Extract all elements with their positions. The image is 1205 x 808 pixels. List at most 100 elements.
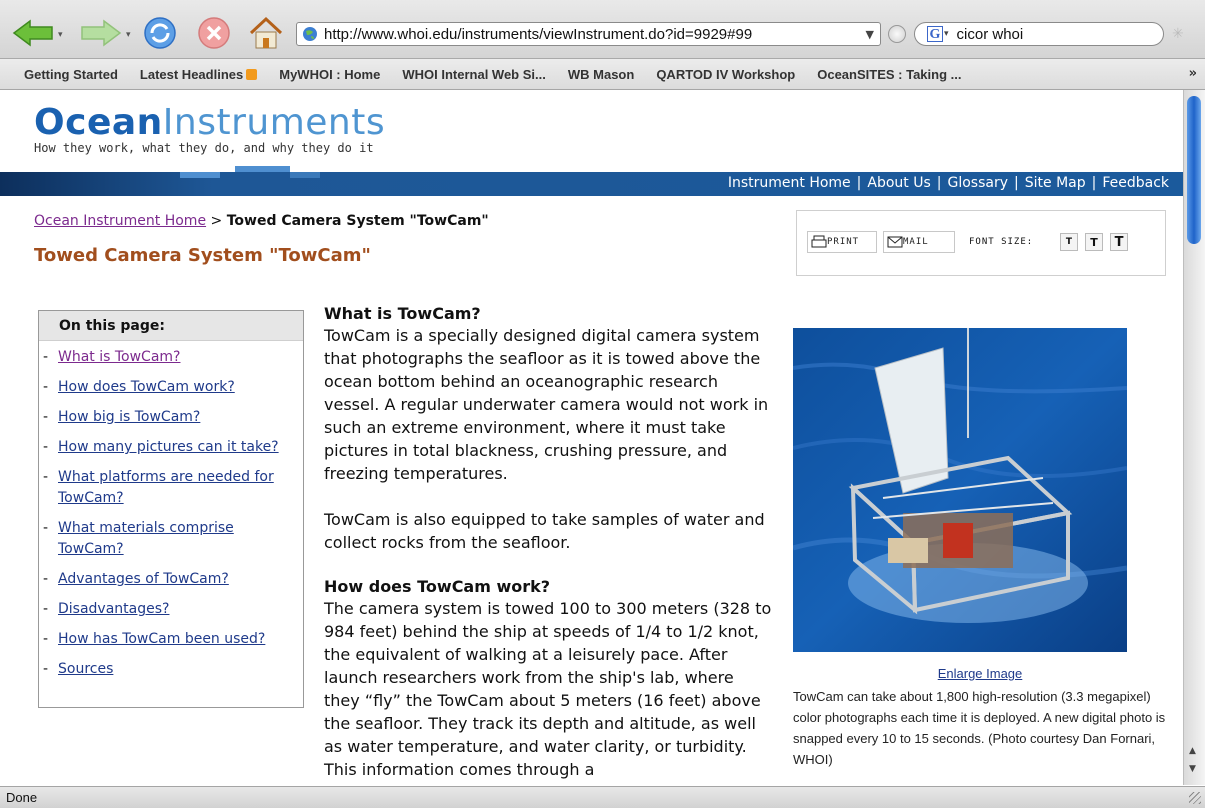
toc-link[interactable]: How does TowCam work? [58, 379, 235, 395]
reload-icon [144, 17, 176, 49]
stop-button[interactable] [194, 16, 234, 50]
toc-link[interactable]: How many pictures can it take? [58, 439, 279, 455]
mail-button[interactable]: MAIL [883, 231, 955, 253]
toc-link[interactable]: Disadvantages? [58, 601, 169, 617]
forward-button[interactable] [78, 16, 124, 50]
toc-link[interactable]: What platforms are needed for TowCam? [58, 469, 274, 506]
bookmark-qartod[interactable]: QARTOD IV Workshop [656, 67, 795, 82]
towcam-photo-image [793, 328, 1127, 652]
list-item: What platforms are needed for TowCam? [43, 467, 303, 509]
site-nav: Instrument Home | About Us | Glossary | Site M… [727, 175, 1169, 191]
decorative-pixels [235, 166, 290, 172]
list-item: Sources [43, 659, 303, 680]
print-label: PRINT [827, 237, 860, 247]
towcam-photo[interactable] [793, 328, 1127, 652]
photo-caption: TowCam can take about 1,800 high-resolut… [793, 689, 1166, 767]
scrollbar-thumb[interactable] [1187, 96, 1201, 244]
list-item: How has TowCam been used? [43, 629, 303, 650]
back-button[interactable] [10, 16, 56, 50]
article-paragraph: TowCam is a specially designed digital c… [324, 326, 769, 483]
breadcrumb-current: Towed Camera System "TowCam" [226, 213, 489, 229]
breadcrumb: Ocean Instrument Home > Towed Camera Sys… [34, 213, 489, 229]
section-heading: How does TowCam work? [324, 577, 551, 596]
nav-about-us[interactable]: About Us [867, 175, 930, 191]
browser-toolbar: ▾ ▾ http://www.whoi.edu/instruments/view… [0, 0, 1205, 59]
site-logo[interactable]: OceanInstruments How they work, what the… [34, 102, 385, 155]
google-icon[interactable]: G [927, 26, 943, 42]
page-tools: PRINT MAIL FONT SIZE: T T T [796, 210, 1166, 276]
printer-icon [811, 235, 827, 248]
url-bar[interactable]: http://www.whoi.edu/instruments/viewInst… [296, 22, 881, 46]
mail-label: MAIL [903, 237, 929, 247]
nav-site-map[interactable]: Site Map [1025, 175, 1086, 191]
list-item: How many pictures can it take? [43, 437, 303, 458]
url-dropdown-icon[interactable]: ▼ [866, 28, 874, 41]
bookmark-mywhoi-home[interactable]: MyWHOI : Home [279, 67, 380, 82]
bookmark-oceansites[interactable]: OceanSITES : Taking ... [817, 67, 961, 82]
search-engine-caret[interactable]: ▾ [944, 29, 949, 39]
nav-instrument-home[interactable]: Instrument Home [728, 175, 851, 191]
font-size-medium-button[interactable]: T [1085, 233, 1103, 251]
font-size-small-button[interactable]: T [1060, 233, 1078, 251]
list-item: What is TowCam? [43, 347, 303, 368]
list-item: Advantages of TowCam? [43, 569, 303, 590]
list-item: What materials comprise TowCam? [43, 518, 303, 560]
status-text: Done [6, 790, 38, 805]
envelope-icon [887, 236, 903, 248]
font-size-large-button[interactable]: T [1110, 233, 1128, 251]
home-icon [249, 16, 283, 49]
font-size-label: FONT SIZE: [969, 237, 1034, 247]
breadcrumb-separator: > [210, 213, 223, 229]
home-button[interactable] [246, 16, 286, 50]
list-item: How does TowCam work? [43, 377, 303, 398]
page-content: OceanInstruments How they work, what the… [0, 90, 1183, 785]
go-icon[interactable] [888, 25, 906, 43]
article-body: What is TowCam? TowCam is a specially de… [324, 304, 774, 785]
logo-part-ocean: Ocean [34, 102, 163, 143]
logo-part-instruments: Instruments [162, 102, 386, 143]
search-input[interactable]: cicor whoi [957, 26, 1024, 43]
bookmark-whoi-internal[interactable]: WHOI Internal Web Si... [402, 67, 546, 82]
reload-button[interactable] [140, 16, 180, 50]
scroll-down-icon[interactable]: ▼ [1189, 764, 1196, 774]
stop-icon [198, 17, 230, 49]
toc-link[interactable]: What materials comprise TowCam? [58, 520, 234, 557]
back-icon [12, 19, 53, 47]
page-title: Towed Camera System "TowCam" [34, 245, 371, 266]
bookmark-wb-mason[interactable]: WB Mason [568, 67, 634, 82]
enlarge-image-link[interactable]: Enlarge Image [793, 666, 1167, 681]
forward-icon [81, 19, 122, 47]
scroll-up-icon[interactable]: ▲ [1189, 746, 1196, 756]
site-tagline: How they work, what they do, and why the… [34, 141, 374, 155]
on-this-page-box: On this page: What is TowCam? How does T… [38, 310, 304, 708]
bookmark-getting-started[interactable]: Getting Started [24, 67, 118, 82]
forward-history-caret[interactable]: ▾ [126, 30, 131, 40]
vertical-scrollbar[interactable]: ▲ ▼ [1183, 90, 1205, 785]
logo-text: OceanInstruments [34, 102, 385, 143]
nav-glossary[interactable]: Glossary [948, 175, 1009, 191]
section-heading: What is TowCam? [324, 304, 481, 323]
bookmarks-overflow-icon[interactable]: » [1189, 66, 1197, 81]
bookmark-latest-headlines[interactable]: Latest Headlines [140, 67, 258, 82]
on-this-page-list: What is TowCam? How does TowCam work? Ho… [39, 347, 303, 680]
article-paragraph: TowCam is also equipped to take samples … [324, 510, 765, 552]
on-this-page-heading: On this page: [39, 311, 303, 341]
search-box[interactable]: G ▾ cicor whoi [914, 22, 1164, 46]
toc-link[interactable]: How big is TowCam? [58, 409, 200, 425]
toc-link[interactable]: Advantages of TowCam? [58, 571, 229, 587]
throbber-icon: ✳ [1172, 26, 1184, 42]
url-text[interactable]: http://www.whoi.edu/instruments/viewInst… [324, 26, 866, 43]
toc-link[interactable]: How has TowCam been used? [58, 631, 265, 647]
decorative-pixels [180, 172, 220, 178]
toc-link[interactable]: What is TowCam? [58, 349, 180, 365]
nav-feedback[interactable]: Feedback [1102, 175, 1169, 191]
resize-grip-icon[interactable] [1189, 792, 1201, 804]
list-item: How big is TowCam? [43, 407, 303, 428]
back-history-caret[interactable]: ▾ [58, 30, 63, 40]
status-bar: Done [0, 786, 1205, 808]
toc-link[interactable]: Sources [58, 661, 113, 677]
breadcrumb-home-link[interactable]: Ocean Instrument Home [34, 213, 206, 229]
print-button[interactable]: PRINT [807, 231, 877, 253]
site-nav-bar: Instrument Home | About Us | Glossary | Site M… [0, 166, 1183, 196]
globe-icon [303, 27, 317, 41]
